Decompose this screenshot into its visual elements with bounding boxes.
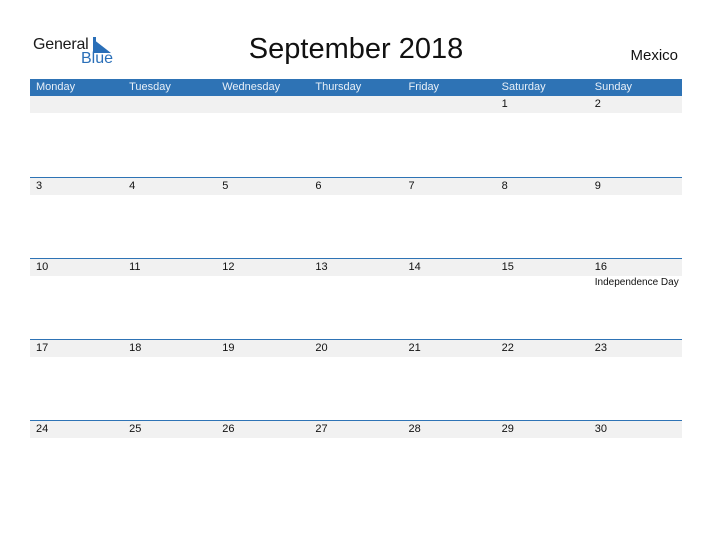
day-number: 1 [501, 98, 508, 110]
week-row: 17 18 19 20 21 22 23 [30, 339, 682, 421]
holiday-label [309, 276, 402, 289]
holiday-label [496, 276, 589, 289]
day-number: 10 [36, 261, 49, 273]
day-number: 11 [129, 261, 141, 273]
day-number: 20 [315, 342, 328, 354]
day-number [309, 96, 402, 113]
weekday-wednesday: Wednesday [222, 81, 281, 93]
weekday-monday: Monday [36, 81, 76, 93]
date-strip: 12 [30, 96, 682, 113]
weekday-header: Monday Tuesday Wednesday Thursday Friday… [30, 79, 682, 96]
day-number: 7 [408, 180, 415, 192]
day-number: 15 [501, 261, 514, 273]
day-number: 26 [222, 423, 235, 435]
week-row: 3 4 5 6 7 8 9 [30, 177, 682, 259]
day-number: 29 [501, 423, 514, 435]
day-number: 12 [222, 261, 235, 273]
weekday-thursday: Thursday [315, 81, 362, 93]
day-number [123, 96, 216, 113]
holiday-label [30, 276, 123, 289]
calendar-title: September 2018 [248, 33, 464, 65]
holiday-label [216, 276, 309, 289]
holiday-label [123, 276, 216, 289]
day-number: 9 [594, 180, 601, 192]
holiday-label [403, 276, 496, 289]
day-number [30, 96, 123, 113]
day-number [403, 96, 496, 113]
date-strip: 10 11 12 13 14 15 16 [30, 259, 682, 276]
day-number: 28 [408, 423, 421, 435]
weekday-friday: Friday [408, 81, 440, 93]
day-number: 2 [594, 98, 601, 110]
weekday-sunday: Sunday [594, 81, 633, 93]
day-number: 4 [129, 180, 136, 192]
date-strip: 17 18 19 20 21 22 23 [30, 340, 682, 357]
day-number: 14 [408, 261, 421, 273]
day-number: 23 [594, 342, 607, 354]
day-number: 18 [129, 342, 142, 354]
day-number: 19 [222, 342, 235, 354]
day-number: 8 [501, 180, 508, 192]
day-number: 27 [315, 423, 328, 435]
holiday-label: Independence Day [594, 277, 679, 288]
day-number: 17 [36, 342, 49, 354]
day-number: 5 [222, 180, 229, 192]
day-number: 13 [315, 261, 328, 273]
day-number: 6 [315, 180, 322, 192]
day-number: 24 [36, 423, 49, 435]
day-number: 21 [408, 342, 421, 354]
day-number: 22 [501, 342, 514, 354]
country-label: Mexico [630, 47, 678, 64]
day-number: 30 [594, 423, 607, 435]
weekday-tuesday: Tuesday [129, 81, 171, 93]
week-row: 24 25 26 27 28 29 30 [30, 420, 682, 502]
week-row: 10 11 12 13 14 15 16 Independence Day [30, 258, 682, 340]
day-number: 3 [36, 180, 43, 192]
day-number [216, 96, 309, 113]
date-strip: 24 25 26 27 28 29 30 [30, 421, 682, 438]
week-row: 12 [30, 96, 682, 177]
date-strip: 3 4 5 6 7 8 9 [30, 178, 682, 195]
weekday-saturday: Saturday [501, 81, 546, 93]
day-number: 25 [129, 423, 142, 435]
day-number: 16 [594, 261, 607, 273]
events-row: Independence Day [30, 276, 682, 289]
